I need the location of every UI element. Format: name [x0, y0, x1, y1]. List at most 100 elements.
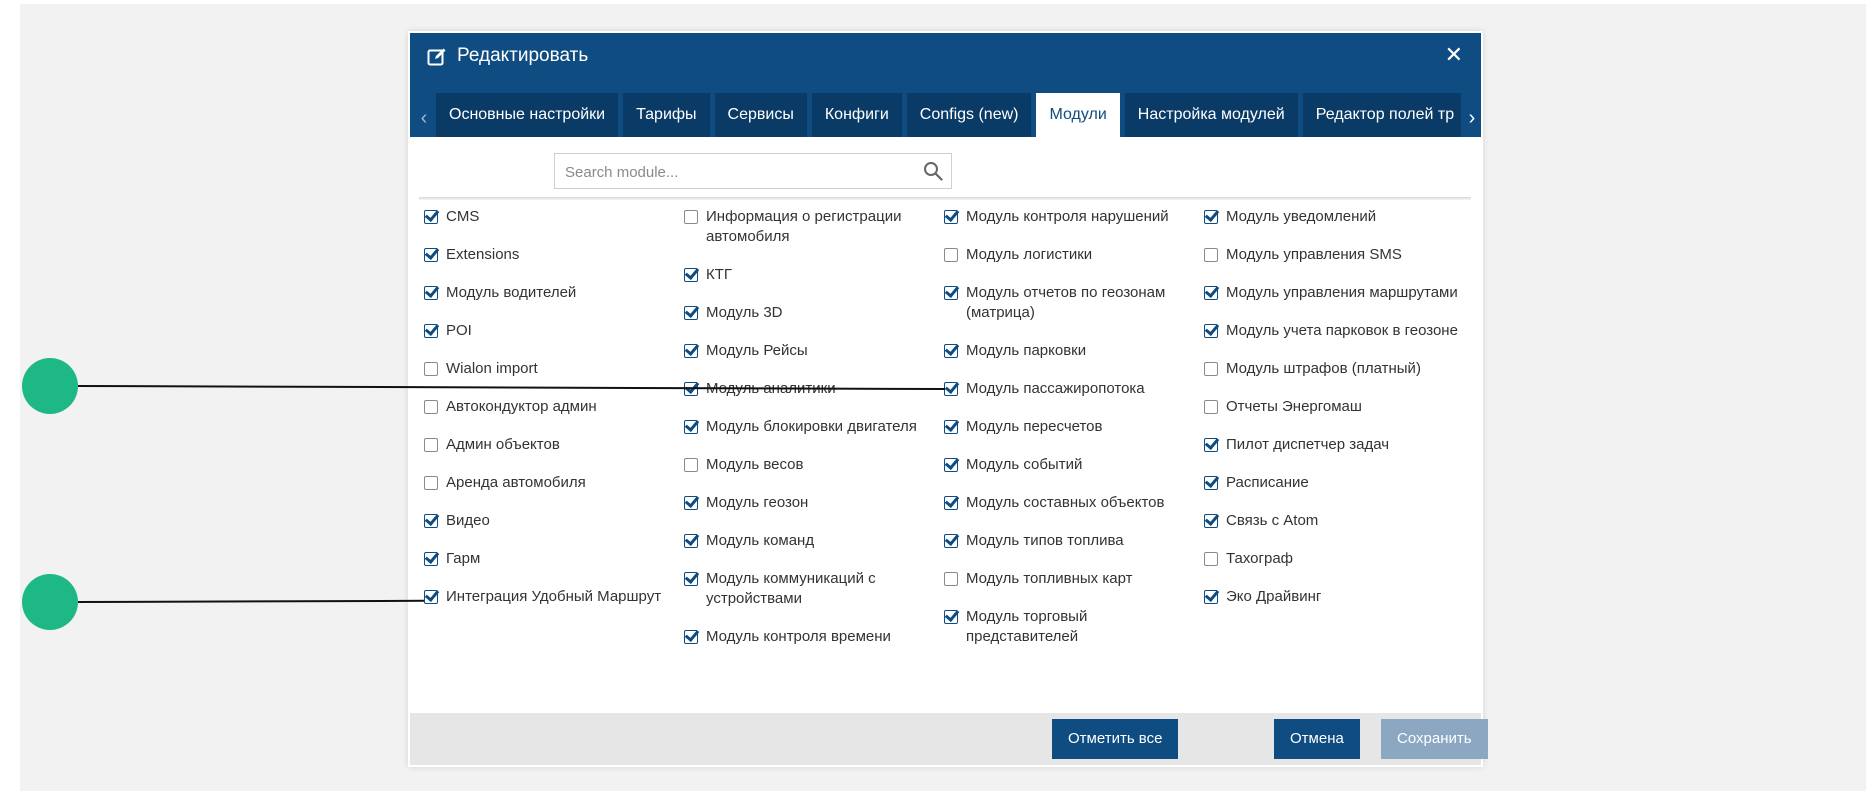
module-item[interactable]: Модуль весов — [684, 455, 942, 475]
module-item[interactable]: Админ объектов — [424, 435, 682, 455]
module-item[interactable]: Модуль 3D — [684, 303, 942, 323]
search-icon[interactable] — [923, 161, 943, 181]
checkbox-checked[interactable] — [1204, 438, 1218, 452]
checkbox-checked[interactable] — [1204, 590, 1218, 604]
checkbox-checked[interactable] — [424, 286, 438, 300]
module-item[interactable]: Модуль управления SMS — [1204, 245, 1462, 265]
module-item[interactable]: Модуль логистики — [944, 245, 1202, 265]
module-item[interactable]: Модуль отчетов по геозонам (матрица) — [944, 283, 1202, 323]
module-item[interactable]: Модуль контроля нарушений — [944, 207, 1202, 227]
tab-7[interactable]: Редактор полей тр — [1302, 93, 1461, 137]
checkbox-checked[interactable] — [684, 534, 698, 548]
tabs-next-icon[interactable]: › — [1462, 101, 1482, 135]
checkbox-checked[interactable] — [684, 268, 698, 282]
module-item[interactable]: Wialon import — [424, 359, 682, 379]
checkbox-checked[interactable] — [1204, 210, 1218, 224]
module-item[interactable]: Модуль Рейсы — [684, 341, 942, 361]
save-button[interactable]: Сохранить — [1381, 719, 1488, 759]
module-item[interactable]: Модуль пересчетов — [944, 417, 1202, 437]
module-item[interactable]: Модуль пассажиропотока — [944, 379, 1202, 399]
checkbox-unchecked[interactable] — [1204, 552, 1218, 566]
module-item[interactable]: POI — [424, 321, 682, 341]
module-item[interactable]: Модуль водителей — [424, 283, 682, 303]
module-item[interactable]: Модуль штрафов (платный) — [1204, 359, 1462, 379]
tab-4[interactable]: Configs (new) — [906, 93, 1032, 137]
module-item[interactable]: CMS — [424, 207, 682, 227]
module-item[interactable]: Гарм — [424, 549, 682, 569]
module-item[interactable]: Модуль событий — [944, 455, 1202, 475]
module-item[interactable]: Модуль блокировки двигателя — [684, 417, 942, 437]
module-item[interactable]: Модуль геозон — [684, 493, 942, 513]
close-button[interactable]: ✕ — [1445, 42, 1463, 68]
module-item[interactable]: Расписание — [1204, 473, 1462, 493]
checkbox-unchecked[interactable] — [1204, 362, 1218, 376]
checkbox-unchecked[interactable] — [1204, 248, 1218, 262]
module-item[interactable]: Отчеты Энергомаш — [1204, 397, 1462, 417]
module-item[interactable]: Связь с Atom — [1204, 511, 1462, 531]
checkbox-checked[interactable] — [944, 610, 958, 624]
checkbox-checked[interactable] — [944, 458, 958, 472]
cancel-button[interactable]: Отмена — [1274, 719, 1360, 759]
checkbox-unchecked[interactable] — [944, 572, 958, 586]
select-all-button[interactable]: Отметить все — [1052, 719, 1179, 759]
module-item[interactable]: Аренда автомобиля — [424, 473, 682, 493]
checkbox-checked[interactable] — [1204, 476, 1218, 490]
module-item[interactable]: Модуль управления маршрутами — [1204, 283, 1462, 303]
module-item[interactable]: КТГ — [684, 265, 942, 285]
module-item[interactable]: Тахограф — [1204, 549, 1462, 569]
module-item[interactable]: Эко Драйвинг — [1204, 587, 1462, 607]
checkbox-unchecked[interactable] — [1204, 400, 1218, 414]
checkbox-unchecked[interactable] — [424, 400, 438, 414]
module-item[interactable]: Модуль учета парковок в геозоне — [1204, 321, 1462, 341]
checkbox-unchecked[interactable] — [684, 210, 698, 224]
checkbox-unchecked[interactable] — [424, 362, 438, 376]
tab-1[interactable]: Тарифы — [623, 93, 710, 137]
tab-5[interactable]: Модули — [1036, 93, 1120, 137]
checkbox-unchecked[interactable] — [424, 438, 438, 452]
module-item[interactable]: Модуль составных объектов — [944, 493, 1202, 513]
checkbox-checked[interactable] — [944, 534, 958, 548]
module-item[interactable]: Модуль уведомлений — [1204, 207, 1462, 227]
module-item[interactable]: Пилот диспетчер задач — [1204, 435, 1462, 455]
checkbox-checked[interactable] — [424, 324, 438, 338]
checkbox-unchecked[interactable] — [424, 476, 438, 490]
checkbox-checked[interactable] — [944, 496, 958, 510]
module-item[interactable]: Информация о регистрации автомобиля — [684, 207, 942, 247]
checkbox-checked[interactable] — [684, 572, 698, 586]
module-item[interactable]: Интеграция Удобный Маршрут — [424, 587, 682, 607]
checkbox-checked[interactable] — [424, 210, 438, 224]
checkbox-unchecked[interactable] — [944, 248, 958, 262]
module-item[interactable]: Модуль контроля времени — [684, 627, 942, 647]
checkbox-checked[interactable] — [424, 590, 438, 604]
checkbox-checked[interactable] — [424, 552, 438, 566]
checkbox-checked[interactable] — [944, 382, 958, 396]
checkbox-checked[interactable] — [944, 286, 958, 300]
checkbox-unchecked[interactable] — [684, 458, 698, 472]
tabs-prev-icon[interactable]: ‹ — [414, 101, 434, 135]
checkbox-checked[interactable] — [684, 630, 698, 644]
tab-0[interactable]: Основные настройки — [436, 93, 619, 137]
checkbox-checked[interactable] — [424, 248, 438, 262]
checkbox-checked[interactable] — [684, 420, 698, 434]
module-item[interactable]: Модуль коммуникаций с устройствами — [684, 569, 942, 609]
checkbox-checked[interactable] — [1204, 324, 1218, 338]
checkbox-checked[interactable] — [424, 514, 438, 528]
module-item[interactable]: Модуль торговый представителей — [944, 607, 1202, 647]
module-item[interactable]: Модуль команд — [684, 531, 942, 551]
checkbox-checked[interactable] — [1204, 286, 1218, 300]
search-input[interactable] — [563, 154, 907, 190]
module-item[interactable]: Видео — [424, 511, 682, 531]
checkbox-checked[interactable] — [684, 344, 698, 358]
checkbox-checked[interactable] — [684, 306, 698, 320]
module-item[interactable]: Модуль топливных карт — [944, 569, 1202, 589]
module-item[interactable]: Модуль парковки — [944, 341, 1202, 361]
tab-2[interactable]: Сервисы — [714, 93, 807, 137]
checkbox-checked[interactable] — [944, 210, 958, 224]
checkbox-checked[interactable] — [944, 420, 958, 434]
module-item[interactable]: Модуль типов топлива — [944, 531, 1202, 551]
checkbox-checked[interactable] — [684, 496, 698, 510]
tab-3[interactable]: Конфиги — [811, 93, 902, 137]
module-item[interactable]: Extensions — [424, 245, 682, 265]
module-item[interactable]: Автокондуктор админ — [424, 397, 682, 417]
tab-6[interactable]: Настройка модулей — [1124, 93, 1298, 137]
